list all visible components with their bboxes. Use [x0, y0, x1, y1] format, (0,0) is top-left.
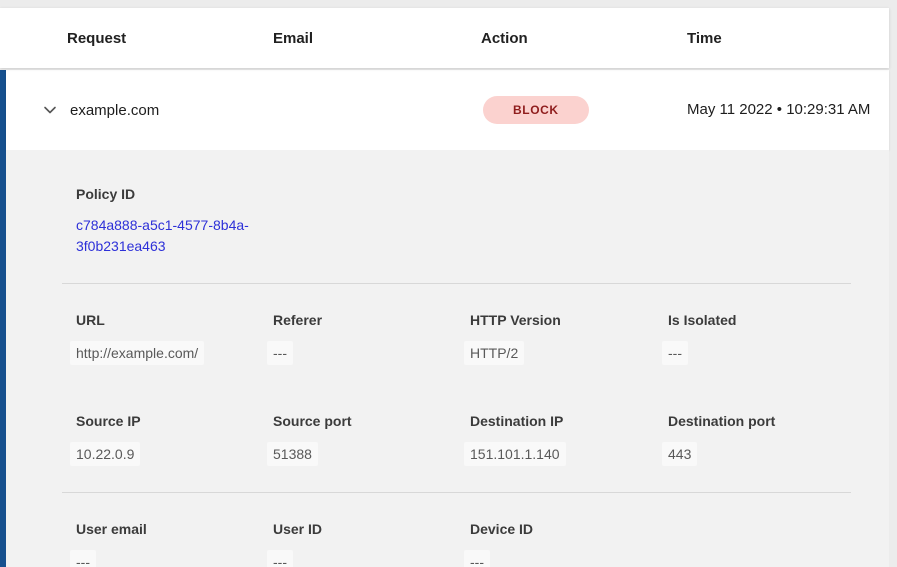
field-value: ---: [70, 550, 96, 567]
column-header-request: Request: [67, 30, 273, 47]
column-header-action: Action: [481, 30, 687, 47]
row-expand-toggle[interactable]: [42, 102, 70, 118]
field-value: HTTP/2: [464, 341, 524, 365]
field-label: Source port: [273, 413, 470, 430]
field-value: ---: [464, 550, 490, 567]
field-value: 10.22.0.9: [70, 442, 140, 466]
field-value: 151.101.1.140: [464, 442, 566, 466]
status-badge-block: BLOCK: [483, 96, 589, 124]
field-device-id: Device ID ---: [470, 521, 668, 567]
field-is-isolated: Is Isolated ---: [668, 312, 851, 365]
field-url: URL http://example.com/: [76, 312, 273, 365]
table-row[interactable]: example.com BLOCK May 11 2022 • 10:29:31…: [6, 70, 889, 150]
column-header-email: Email: [273, 30, 481, 47]
field-value: 51388: [267, 442, 318, 466]
field-source-port: Source port 51388: [273, 413, 470, 466]
field-label: User email: [76, 521, 273, 538]
row-request-value: example.com: [70, 102, 273, 119]
field-value: http://example.com/: [70, 341, 204, 365]
row-action-cell: BLOCK: [481, 96, 687, 124]
http-fields-grid: URL http://example.com/ Referer --- HTTP…: [6, 284, 889, 466]
policy-section: Policy ID c784a888-a5c1-4577-8b4a-3f0b23…: [6, 150, 889, 257]
field-label: User ID: [273, 521, 470, 538]
row-time-value: May 11 2022 • 10:29:31 AM: [687, 98, 889, 122]
field-referer: Referer ---: [273, 312, 470, 365]
field-value: ---: [267, 550, 293, 567]
policy-id-label: Policy ID: [76, 186, 845, 203]
column-header-time: Time: [687, 30, 889, 47]
row-detail-panel: Policy ID c784a888-a5c1-4577-8b4a-3f0b23…: [6, 150, 889, 567]
field-value: ---: [662, 341, 688, 365]
field-user-id: User ID ---: [273, 521, 470, 567]
field-label: Is Isolated: [668, 312, 851, 329]
field-destination-ip: Destination IP 151.101.1.140: [470, 413, 668, 466]
field-source-ip: Source IP 10.22.0.9: [76, 413, 273, 466]
field-label: Destination port: [668, 413, 851, 430]
table-header-row: Request Email Action Time: [0, 8, 889, 68]
user-fields-grid: User email --- User ID --- Device ID ---: [6, 493, 889, 567]
field-destination-port: Destination port 443: [668, 413, 851, 466]
field-user-email: User email ---: [76, 521, 273, 567]
field-http-version: HTTP Version HTTP/2: [470, 312, 668, 365]
field-value: ---: [267, 341, 293, 365]
field-label: Source IP: [76, 413, 273, 430]
field-value: 443: [662, 442, 697, 466]
field-label: Destination IP: [470, 413, 668, 430]
field-label: URL: [76, 312, 273, 329]
policy-id-link[interactable]: c784a888-a5c1-4577-8b4a-3f0b231ea463: [76, 215, 276, 257]
chevron-down-icon: [42, 102, 58, 118]
expanded-row-group: example.com BLOCK May 11 2022 • 10:29:31…: [0, 70, 889, 567]
log-table: Request Email Action Time example.com BL…: [0, 8, 889, 567]
field-label: Referer: [273, 312, 470, 329]
field-label: Device ID: [470, 521, 668, 538]
field-label: HTTP Version: [470, 312, 668, 329]
